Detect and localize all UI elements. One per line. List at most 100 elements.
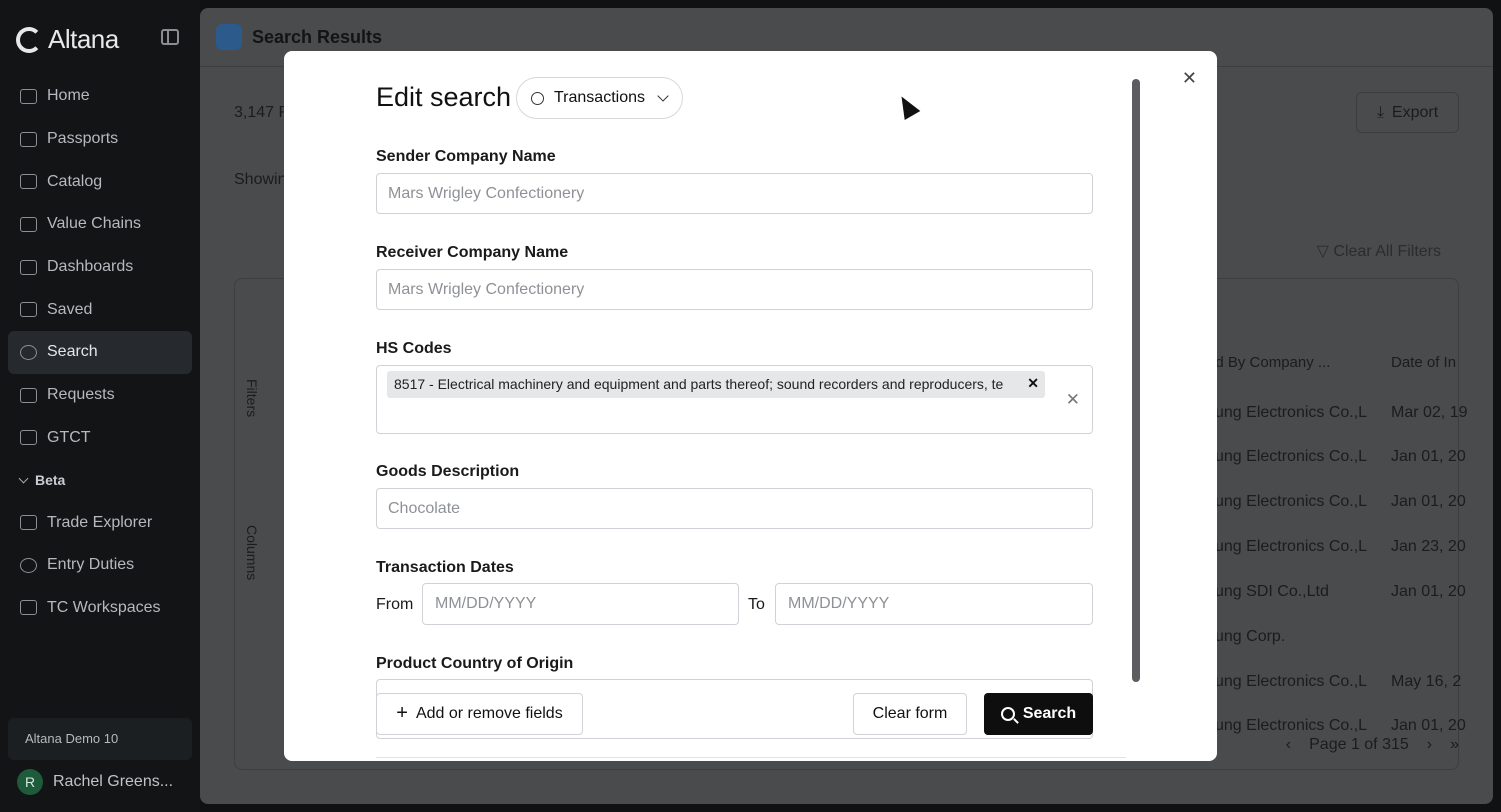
clear-filters-label: Clear All Filters — [1333, 243, 1441, 260]
remove-tag-icon[interactable]: ✕ — [1027, 375, 1039, 392]
add-fields-label: Add or remove fields — [415, 705, 563, 722]
table-cell: Jan 01, 20 — [1391, 583, 1466, 600]
to-label: To — [748, 596, 765, 613]
search-type-label: Transactions — [554, 89, 645, 106]
value-chains-icon — [20, 216, 37, 232]
table-cell: sung SDI Co.,Ltd — [1207, 583, 1329, 600]
chart-icon — [20, 430, 37, 446]
modal-title: Edit search — [376, 82, 512, 112]
search-icon — [20, 344, 37, 360]
sidebar-item-home[interactable]: Home — [8, 75, 192, 118]
sidebar-item-entry-duties[interactable]: Entry Duties — [8, 544, 192, 587]
table-cell: May 16, 2 — [1391, 673, 1462, 690]
table-cell: sung Electronics Co.,L — [1207, 404, 1368, 421]
table-cell: sung Electronics Co.,L — [1207, 673, 1368, 690]
last-page-icon[interactable]: » — [1450, 736, 1459, 754]
prev-page-icon[interactable]: ‹ — [1286, 736, 1291, 754]
sidebar-item-gtct[interactable]: GTCT — [8, 417, 192, 460]
grid-icon — [20, 600, 37, 616]
requests-icon — [20, 387, 37, 403]
column-header-date[interactable]: Date of In — [1391, 354, 1456, 371]
sidebar-item-label: Entry Duties — [47, 556, 135, 574]
download-icon: ⤓ — [1376, 103, 1384, 121]
sidebar-item-passports[interactable]: Passports — [8, 118, 192, 161]
table-cell: Jan 23, 20 — [1391, 538, 1466, 555]
sidebar-item-label: Value Chains — [47, 215, 141, 233]
from-date-input[interactable] — [422, 583, 739, 625]
sidebar-item-label: Dashboards — [47, 258, 134, 276]
passport-icon — [20, 131, 37, 147]
sidebar-collapse-icon[interactable] — [161, 29, 179, 45]
modal-scrollbar[interactable] — [1132, 79, 1140, 682]
sidebar-item-label: Trade Explorer — [47, 513, 153, 531]
beta-section-toggle[interactable]: Beta — [8, 459, 192, 501]
sidebar-item-trade-explorer[interactable]: Trade Explorer — [8, 501, 192, 544]
plus-icon: + — [396, 701, 408, 724]
chevron-down-icon — [18, 473, 29, 484]
sender-company-input[interactable] — [376, 173, 1093, 214]
search-button[interactable]: Search — [984, 693, 1093, 735]
page-title: Search Results — [252, 26, 383, 47]
altana-logo[interactable]: Altana — [16, 24, 119, 55]
sidebar-item-label: TC Workspaces — [47, 598, 161, 616]
showing-text: Showin — [234, 171, 287, 188]
sidebar-nav: Home Passports Catalog Value Chains Dash… — [8, 75, 192, 629]
sender-company-label: Sender Company Name — [376, 148, 556, 165]
hs-codes-input[interactable]: 8517 - Electrical machinery and equipmen… — [376, 365, 1093, 434]
clear-form-label: Clear form — [872, 705, 948, 722]
from-label: From — [376, 596, 414, 613]
table-cell: Jan 01, 20 — [1391, 448, 1466, 465]
table-cell: sung Electronics Co.,L — [1207, 538, 1368, 555]
next-page-icon[interactable]: › — [1427, 736, 1432, 754]
sidebar-item-label: Passports — [47, 130, 119, 148]
table-cell: Jan 01, 20 — [1391, 717, 1466, 734]
avatar: R — [17, 769, 43, 795]
search-type-select[interactable]: Transactions — [516, 77, 683, 119]
page-indicator: Page 1 of 315 — [1309, 736, 1409, 753]
table-cell: Mar 02, 19 — [1391, 404, 1468, 421]
user-menu[interactable]: R Rachel Greens... — [17, 769, 173, 795]
divider — [376, 757, 1126, 758]
column-header-company[interactable]: ed By Company ... — [1207, 354, 1330, 371]
sidebar-item-label: Requests — [47, 386, 115, 404]
org-switcher[interactable]: Altana Demo 10 — [8, 718, 192, 760]
search-icon — [1000, 707, 1015, 721]
sidebar-item-dashboards[interactable]: Dashboards — [8, 246, 192, 289]
sidebar-item-label: Catalog — [47, 172, 103, 190]
to-date-input[interactable] — [775, 583, 1093, 625]
export-label: Export — [1391, 103, 1439, 121]
home-icon — [20, 88, 37, 104]
sidebar-item-saved[interactable]: Saved — [8, 288, 192, 331]
table-cell: sung Corp. — [1207, 628, 1286, 645]
beta-label: Beta — [35, 472, 66, 489]
goods-description-input[interactable] — [376, 488, 1093, 529]
modal-footer: + Add or remove fields Clear form Search — [284, 683, 1217, 761]
close-icon[interactable]: ✕ — [1182, 68, 1197, 89]
clear-form-button[interactable]: Clear form — [853, 693, 967, 735]
columns-tab-label: Columns — [244, 525, 260, 581]
sidebar-item-search[interactable]: Search — [8, 331, 192, 374]
folder-icon — [20, 302, 37, 318]
sidebar-item-requests[interactable]: Requests — [8, 374, 192, 417]
search-button-label: Search — [1022, 705, 1077, 722]
filters-tab[interactable]: Filters — [235, 379, 269, 417]
dashboards-icon — [20, 259, 37, 275]
sidebar-item-label: Saved — [47, 300, 93, 318]
sidebar-item-value-chains[interactable]: Value Chains — [8, 203, 192, 246]
receiver-company-input[interactable] — [376, 269, 1093, 310]
table-cell: sung Electronics Co.,L — [1207, 448, 1368, 465]
clear-all-filters-button[interactable]: ▽ Clear All Filters — [1317, 241, 1441, 261]
chevron-down-icon — [657, 90, 669, 102]
sidebar-item-label: GTCT — [47, 428, 91, 446]
columns-tab[interactable]: Columns — [235, 525, 269, 580]
clear-hs-codes-icon[interactable]: ✕ — [1066, 390, 1080, 410]
table-cell: Jan 01, 20 — [1391, 493, 1466, 510]
catalog-icon — [20, 174, 37, 190]
add-remove-fields-button[interactable]: + Add or remove fields — [376, 693, 583, 735]
globe-icon — [531, 91, 544, 105]
export-button[interactable]: ⤓ Export — [1356, 92, 1459, 133]
sidebar-item-catalog[interactable]: Catalog — [8, 160, 192, 203]
sidebar-item-tc-workspaces[interactable]: TC Workspaces — [8, 587, 192, 630]
receiver-company-label: Receiver Company Name — [376, 244, 569, 261]
search-results-icon — [216, 24, 242, 50]
